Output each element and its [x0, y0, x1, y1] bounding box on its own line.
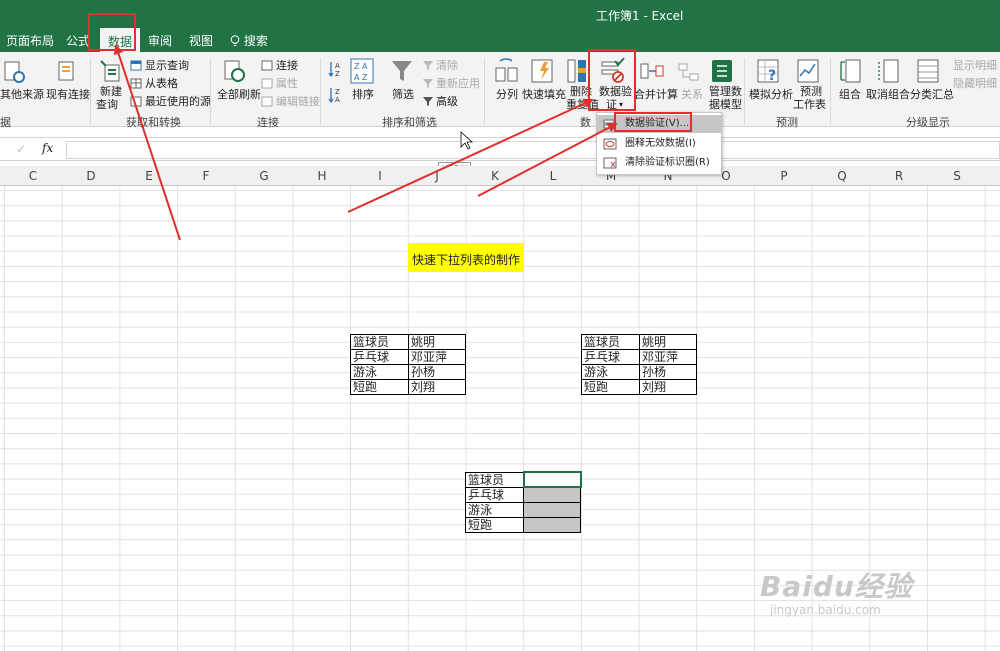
annotation-arrows	[113, 44, 618, 241]
arrow-to-data-tab	[113, 44, 181, 241]
arrow-to-validation-item	[477, 123, 618, 197]
mouse-cursor-icon	[460, 131, 474, 150]
watermark-url: jingyan.baidu.com	[770, 603, 881, 617]
watermark-brand: Baidu经验	[760, 570, 913, 603]
